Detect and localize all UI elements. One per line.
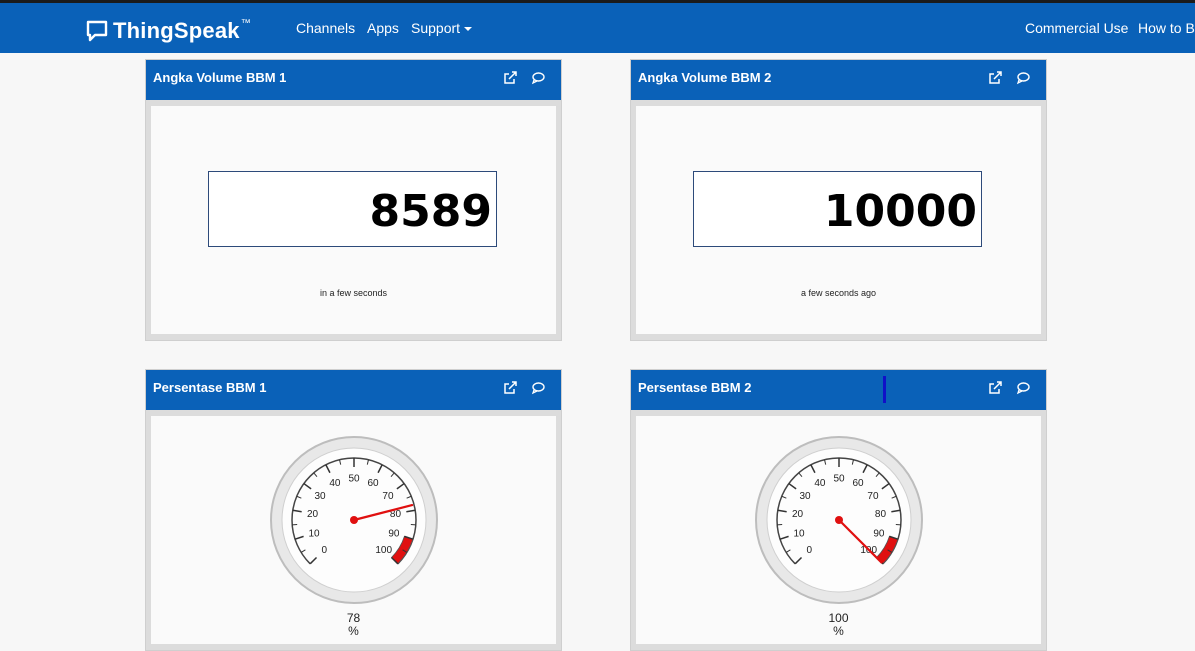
gauge-tick-label: 10	[308, 528, 320, 539]
nav-support-label: Support	[411, 20, 460, 36]
nav-how-to-buy[interactable]: How to Bu	[1138, 20, 1195, 36]
gauge-tick-label: 30	[799, 491, 811, 502]
numeric-display: 8589	[208, 171, 497, 247]
speech-bubble-icon	[86, 20, 108, 42]
widget-numeric-1: Angka Volume BBM 1 8589 in a few seconds	[145, 59, 562, 341]
gauge-tick-label: 100	[375, 545, 392, 556]
nav-commercial-use[interactable]: Commercial Use	[1025, 20, 1128, 36]
gauge-needle-hub	[350, 516, 358, 524]
external-link-icon[interactable]	[988, 381, 1002, 395]
external-link-icon[interactable]	[503, 381, 517, 395]
brand-name: ThingSpeak	[113, 18, 240, 44]
widget-header: Persentase BBM 1	[146, 370, 561, 410]
gauge-tick-label: 80	[875, 509, 887, 520]
comment-icon[interactable]	[531, 381, 545, 395]
gauge-tick-label: 0	[807, 545, 813, 556]
text-cursor-mark	[883, 376, 886, 403]
gauge-needle-hub	[835, 516, 843, 524]
widget-gauge-2: Persentase BBM 2 010 20 3040 50 6070 80 90 100 …	[630, 369, 1047, 651]
widget-header: Persentase BBM 2	[631, 370, 1046, 410]
gauge-tick-label: 70	[382, 491, 394, 502]
nav-apps[interactable]: Apps	[367, 20, 399, 36]
nav-support[interactable]: Support	[411, 20, 472, 36]
widget-body: 8589 in a few seconds	[151, 106, 556, 334]
brand-trademark: ™	[241, 18, 251, 29]
widget-title: Angka Volume BBM 2	[638, 70, 771, 85]
gauge-unit: %	[636, 625, 1041, 638]
external-link-icon[interactable]	[503, 71, 517, 85]
gauge-tick-label: 60	[368, 478, 380, 489]
caret-down-icon	[464, 27, 472, 31]
gauge-readout: 78 %	[151, 612, 556, 638]
comment-icon[interactable]	[1016, 71, 1030, 85]
gauge-tick-label: 50	[348, 474, 360, 485]
numeric-value: 8589	[370, 186, 492, 237]
gauge-tick-label: 90	[388, 528, 400, 539]
external-link-icon[interactable]	[988, 71, 1002, 85]
gauge-tick-label: 10	[793, 528, 805, 539]
widget-numeric-2: Angka Volume BBM 2 10000 a few seconds a…	[630, 59, 1047, 341]
numeric-timestamp: in a few seconds	[151, 288, 556, 298]
widget-title: Angka Volume BBM 1	[153, 70, 286, 85]
gauge-chart: 0102030405060708090100	[636, 416, 1041, 644]
widget-body: 0102030405060708090100 78 %	[151, 416, 556, 644]
gauge-tick-label: 20	[307, 509, 319, 520]
numeric-value: 10000	[824, 186, 977, 237]
nav-channels[interactable]: Channels	[296, 20, 355, 36]
gauge-tick-label: 90	[873, 528, 885, 539]
gauge-tick-label: 0	[322, 545, 328, 556]
numeric-timestamp: a few seconds ago	[636, 288, 1041, 298]
widget-header: Angka Volume BBM 1	[146, 60, 561, 100]
numeric-display: 10000	[693, 171, 982, 247]
widget-body: 10000 a few seconds ago	[636, 106, 1041, 334]
gauge-tick-label: 40	[329, 478, 341, 489]
gauge-tick-label: 70	[867, 491, 879, 502]
gauge-tick-label: 60	[853, 478, 865, 489]
gauge-tick-label: 40	[814, 478, 826, 489]
widget-body: 0102030405060708090100 100 %	[636, 416, 1041, 644]
gauge-chart: 0102030405060708090100	[151, 416, 556, 644]
gauge-tick-label: 50	[833, 474, 845, 485]
gauge-readout: 100 %	[636, 612, 1041, 638]
navbar: ThingSpeak ™ Channels Apps Support Comme…	[0, 3, 1195, 53]
widget-gauge-1: Persentase BBM 1 0102030405060708090100 …	[145, 369, 562, 651]
comment-icon[interactable]	[531, 71, 545, 85]
gauge-tick-label: 20	[792, 509, 804, 520]
brand-logo[interactable]: ThingSpeak ™	[86, 18, 251, 44]
widget-title: Persentase BBM 2	[638, 380, 751, 395]
gauge-unit: %	[151, 625, 556, 638]
widget-header: Angka Volume BBM 2	[631, 60, 1046, 100]
comment-icon[interactable]	[1016, 381, 1030, 395]
gauge-tick-label: 30	[314, 491, 326, 502]
widget-title: Persentase BBM 1	[153, 380, 266, 395]
